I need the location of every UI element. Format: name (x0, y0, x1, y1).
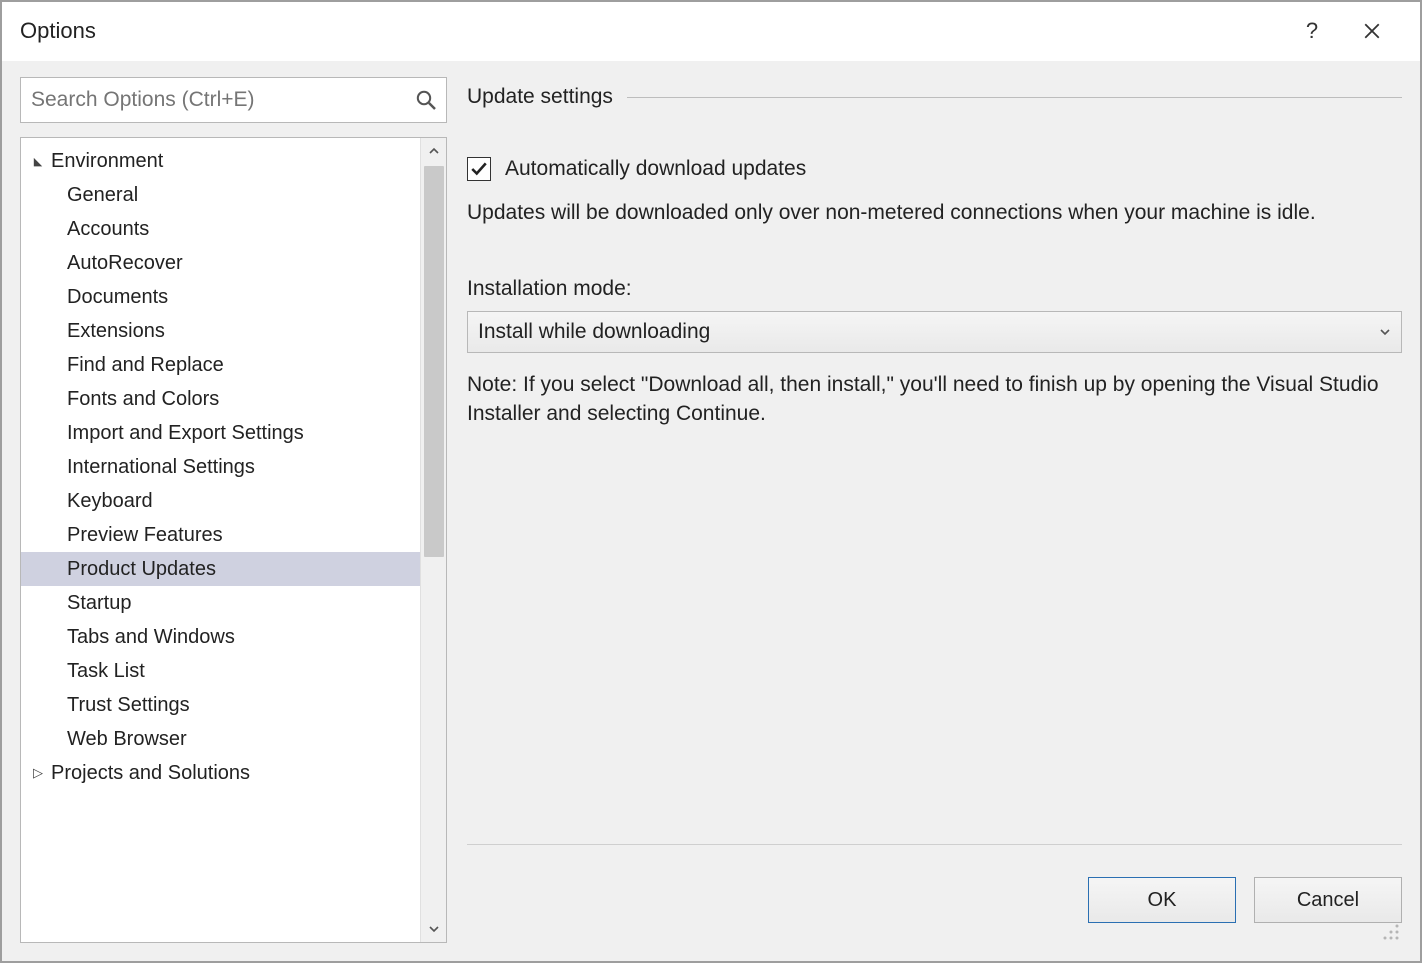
triangle-down-icon: ◢ (29, 155, 47, 168)
auto-download-checkbox[interactable] (467, 157, 491, 181)
tree-item[interactable]: Documents (21, 280, 420, 314)
search-input[interactable] (29, 84, 414, 116)
triangle-right-icon: ▷ (29, 765, 47, 781)
options-dialog: Options ? ◢EnvironmentGeneralAccountsAut… (0, 0, 1422, 963)
tree-item[interactable]: Web Browser (21, 722, 420, 756)
tree-item[interactable]: Find and Replace (21, 348, 420, 382)
category-tree[interactable]: ◢ Environment GeneralAccountsAutoRecoverDo… (21, 138, 420, 942)
scroll-down-button[interactable] (421, 916, 447, 942)
tree-item[interactable]: Trust Settings (21, 688, 420, 722)
resize-grip-icon[interactable] (1382, 923, 1400, 941)
tree-item[interactable]: General (21, 178, 420, 212)
install-mode-value: Install while downloading (478, 320, 1379, 344)
tree-item[interactable]: Keyboard (21, 484, 420, 518)
cancel-button[interactable]: Cancel (1254, 877, 1402, 923)
scroll-thumb[interactable] (424, 166, 444, 557)
settings-content: Automatically download updates Updates w… (467, 157, 1402, 428)
separator (467, 844, 1402, 845)
dialog-body: ◢ Environment GeneralAccountsAutoRecoverDo… (2, 60, 1420, 961)
install-mode-label: Installation mode: (467, 277, 1402, 301)
tree-item[interactable]: Import and Export Settings (21, 416, 420, 450)
close-icon (1363, 22, 1381, 40)
search-box[interactable] (20, 77, 447, 123)
check-icon (470, 160, 488, 178)
left-pane: ◢ Environment GeneralAccountsAutoRecoverDo… (20, 77, 447, 943)
cancel-label: Cancel (1297, 889, 1359, 912)
tree-item[interactable]: Product Updates (21, 552, 420, 586)
tree-item[interactable]: Task List (21, 654, 420, 688)
window-title: Options (20, 18, 1282, 44)
tree-category[interactable]: ▷Projects and Solutions (21, 756, 420, 790)
tree-item[interactable]: Tabs and Windows (21, 620, 420, 654)
section-title: Update settings (467, 85, 613, 109)
ok-label: OK (1148, 889, 1177, 912)
chevron-down-icon (1379, 320, 1391, 344)
section-header: Update settings (467, 81, 1402, 113)
dialog-buttons: OK Cancel (1088, 877, 1402, 923)
search-icon (414, 88, 438, 112)
ok-button[interactable]: OK (1088, 877, 1236, 923)
install-mode-dropdown[interactable]: Install while downloading (467, 311, 1402, 353)
titlebar: Options ? (2, 2, 1420, 60)
tree-scrollbar[interactable] (420, 138, 446, 942)
chevron-down-icon (428, 923, 440, 935)
tree-category-label: Environment (51, 150, 163, 173)
scroll-up-button[interactable] (421, 138, 447, 164)
header-rule (627, 97, 1402, 98)
help-button[interactable]: ? (1282, 18, 1342, 44)
tree-item[interactable]: Extensions (21, 314, 420, 348)
install-mode-note: Note: If you select "Download all, then … (467, 371, 1402, 428)
close-button[interactable] (1342, 16, 1402, 47)
right-pane: Update settings Automatically download u… (467, 77, 1402, 943)
chevron-up-icon (428, 145, 440, 157)
tree-item[interactable]: Accounts (21, 212, 420, 246)
tree-item[interactable]: Startup (21, 586, 420, 620)
tree-item[interactable]: Preview Features (21, 518, 420, 552)
tree-item[interactable]: Fonts and Colors (21, 382, 420, 416)
category-tree-container: ◢ Environment GeneralAccountsAutoRecoverDo… (20, 137, 447, 943)
tree-category-label: Projects and Solutions (51, 762, 250, 785)
auto-download-label: Automatically download updates (505, 157, 806, 181)
auto-download-row: Automatically download updates (467, 157, 1402, 181)
scroll-track[interactable] (421, 164, 447, 916)
tree-item[interactable]: International Settings (21, 450, 420, 484)
tree-item[interactable]: AutoRecover (21, 246, 420, 280)
auto-download-desc: Updates will be downloaded only over non… (467, 199, 1402, 227)
tree-category[interactable]: ◢ Environment (21, 144, 420, 178)
